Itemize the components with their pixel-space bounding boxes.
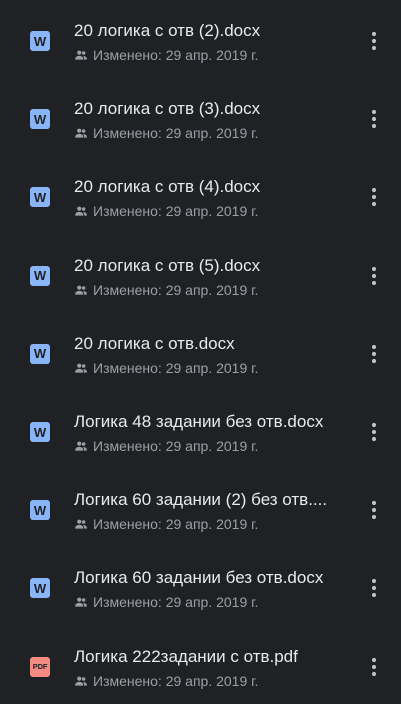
file-meta: Изменено: 29 апр. 2019 г. — [74, 46, 258, 64]
modified-date: Изменено: 29 апр. 2019 г. — [93, 281, 259, 298]
word-doc-icon: W — [30, 500, 50, 521]
file-name: 20 логика с отв (2).docx — [74, 21, 261, 40]
file-name: 20 логика с отв (3).docx — [74, 99, 261, 119]
file-list: W 20 логика с отв (2).docx Изменено: 29 … — [0, 0, 401, 699]
word-doc-icon: W — [30, 31, 50, 51]
more-vert-icon — [371, 266, 377, 286]
file-type-icon-label: PDF — [32, 662, 48, 672]
more-options-button[interactable] — [362, 183, 386, 211]
file-name: Логика 48 задании без отв.docx — [74, 412, 324, 431]
more-options-button[interactable] — [362, 340, 386, 368]
word-doc-icon: W — [30, 343, 50, 364]
file-type-icon-label: W — [33, 268, 47, 284]
file-row[interactable]: W 20 логика с отв.docx Изменено: 29 апр.… — [0, 313, 401, 391]
more-vert-icon — [371, 578, 377, 598]
word-doc-icon: W — [30, 109, 50, 130]
more-vert-icon — [371, 109, 377, 129]
word-doc-icon: W — [30, 265, 50, 286]
file-type-icon-label: W — [33, 424, 47, 440]
file-row[interactable]: W Логика 48 задании без отв.docx Изменен… — [0, 391, 401, 469]
file-row[interactable]: W 20 логика с отв (3).docx Изменено: 29 … — [0, 78, 401, 156]
shared-people-icon — [74, 283, 88, 297]
shared-people-icon — [74, 48, 88, 62]
shared-people-icon — [74, 126, 88, 140]
file-meta: Изменено: 29 апр. 2019 г. — [74, 672, 258, 690]
file-name: 20 логика с отв (4).docx — [74, 177, 261, 197]
shared-people-icon — [74, 439, 88, 453]
file-meta: Изменено: 29 апр. 2019 г. — [74, 515, 258, 533]
file-row[interactable]: W 20 логика с отв (5).docx Изменено: 29 … — [0, 235, 401, 313]
file-meta: Изменено: 29 апр. 2019 г. — [74, 281, 258, 299]
more-vert-icon — [371, 657, 377, 677]
word-doc-icon: W — [30, 422, 50, 442]
file-type-icon-label: W — [33, 111, 47, 127]
file-name: Логика 60 задании без отв.docx — [74, 568, 324, 588]
file-type-icon-label: W — [33, 580, 47, 596]
modified-date: Изменено: 29 апр. 2019 г. — [93, 203, 259, 220]
file-row[interactable]: PDF Логика 222задании с отв.pdf Изменено… — [0, 626, 401, 704]
file-meta: Изменено: 29 апр. 2019 г. — [74, 202, 258, 220]
more-options-button[interactable] — [362, 574, 386, 602]
pdf-doc-icon: PDF — [30, 656, 50, 677]
more-options-button[interactable] — [362, 496, 386, 524]
file-meta: Изменено: 29 апр. 2019 г. — [74, 359, 258, 377]
word-doc-icon: W — [30, 187, 50, 208]
more-options-button[interactable] — [362, 418, 386, 446]
file-row[interactable]: W 20 логика с отв (2).docx Изменено: 29 … — [0, 0, 401, 78]
file-type-icon-label: W — [33, 189, 47, 205]
file-type-icon-label: W — [33, 33, 47, 49]
file-row[interactable]: W Логика 60 задании без отв.docx Изменен… — [0, 547, 401, 625]
more-vert-icon — [371, 422, 377, 442]
more-vert-icon — [371, 31, 377, 51]
more-options-button[interactable] — [362, 262, 386, 290]
more-vert-icon — [371, 344, 377, 364]
shared-people-icon — [74, 204, 88, 218]
shared-people-icon — [74, 674, 88, 688]
more-options-button[interactable] — [362, 653, 386, 681]
file-type-icon-label: W — [33, 346, 47, 362]
file-name: Логика 60 задании (2) без отв.... — [74, 490, 328, 510]
modified-date: Изменено: 29 апр. 2019 г. — [93, 594, 259, 611]
modified-date: Изменено: 29 апр. 2019 г. — [93, 125, 259, 142]
file-name: 20 логика с отв (5).docx — [74, 255, 261, 275]
word-doc-icon: W — [30, 578, 50, 599]
file-meta: Изменено: 29 апр. 2019 г. — [74, 124, 258, 142]
modified-date: Изменено: 29 апр. 2019 г. — [93, 47, 259, 63]
shared-people-icon — [74, 595, 88, 609]
file-meta: Изменено: 29 апр. 2019 г. — [74, 593, 258, 611]
more-vert-icon — [371, 500, 377, 520]
file-name: Логика 222задании с отв.pdf — [74, 646, 298, 666]
more-vert-icon — [371, 187, 377, 207]
file-type-icon-label: W — [33, 502, 47, 518]
file-name: 20 логика с отв.docx — [74, 333, 235, 353]
shared-people-icon — [74, 517, 88, 531]
shared-people-icon — [74, 361, 88, 375]
modified-date: Изменено: 29 апр. 2019 г. — [93, 672, 259, 689]
more-options-button[interactable] — [362, 105, 386, 133]
file-row[interactable]: W Логика 60 задании (2) без отв.... Изме… — [0, 469, 401, 547]
file-meta: Изменено: 29 апр. 2019 г. — [74, 437, 258, 455]
modified-date: Изменено: 29 апр. 2019 г. — [93, 359, 259, 376]
modified-date: Изменено: 29 апр. 2019 г. — [93, 438, 259, 454]
file-row[interactable]: W 20 логика с отв (4).docx Изменено: 29 … — [0, 156, 401, 234]
modified-date: Изменено: 29 апр. 2019 г. — [93, 516, 259, 533]
more-options-button[interactable] — [362, 27, 386, 55]
